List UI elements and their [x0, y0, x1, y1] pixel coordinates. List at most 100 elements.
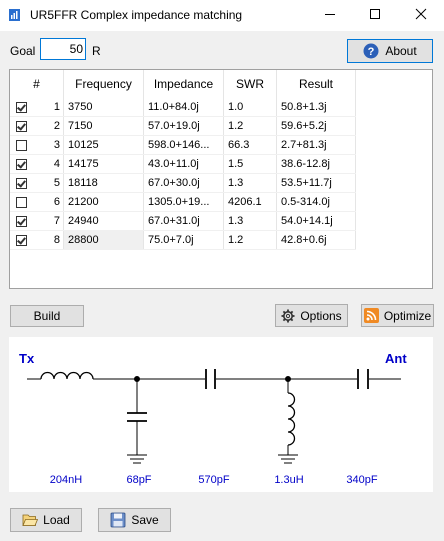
result-cell: 2.7+81.3j	[276, 135, 356, 155]
frequency-cell[interactable]: 18118	[63, 173, 144, 193]
row-index-cell[interactable]: 3	[10, 135, 64, 155]
col-header-impedance[interactable]: Impedance	[143, 70, 224, 98]
label-series-inductor: 204nH	[50, 474, 82, 486]
impedance-cell[interactable]: 67.0+30.0j	[143, 173, 224, 193]
row-index-cell[interactable]: 7	[10, 211, 64, 231]
options-label: Options	[300, 308, 342, 323]
result-cell: 54.0+14.1j	[276, 211, 356, 231]
impedance-cell[interactable]: 67.0+31.0j	[143, 211, 224, 231]
table-row[interactable]: 2 7150 57.0+19.0j 1.2 59.6+5.2j	[10, 116, 356, 136]
rss-icon	[363, 308, 379, 323]
frequency-cell[interactable]: 7150	[63, 116, 144, 136]
col-header-index[interactable]: #	[10, 70, 64, 98]
about-button[interactable]: ? About	[347, 39, 433, 63]
load-label: Load	[43, 513, 70, 527]
row-number: 2	[53, 120, 60, 132]
row-index-cell[interactable]: 1	[10, 98, 64, 117]
row-index-cell[interactable]: 8	[10, 230, 64, 250]
shunt-capacitor-symbol	[127, 376, 147, 464]
frequency-cell[interactable]: 14175	[63, 154, 144, 174]
row-checkbox[interactable]	[16, 102, 27, 113]
row-number: 8	[53, 234, 60, 246]
goal-unit: R	[92, 44, 101, 58]
swr-cell: 1.2	[223, 230, 277, 250]
frequency-cell[interactable]: 21200	[63, 192, 144, 212]
col-header-result[interactable]: Result	[276, 70, 356, 98]
table-row[interactable]: 1 3750 11.0+84.0j 1.0 50.8+1.3j	[10, 98, 356, 117]
row-index-cell[interactable]: 2	[10, 116, 64, 136]
about-label: About	[385, 44, 417, 58]
row-index-cell[interactable]: 5	[10, 173, 64, 193]
swr-cell: 66.3	[223, 135, 277, 155]
tx-label: Tx	[19, 351, 35, 366]
table-header: # Frequency Impedance SWR Result	[10, 70, 356, 98]
frequency-cell[interactable]: 3750	[63, 98, 144, 117]
label-shunt-inductor: 1.3uH	[274, 474, 303, 486]
close-button[interactable]	[398, 0, 444, 31]
table-row[interactable]: 5 18118 67.0+30.0j 1.3 53.5+11.7j	[10, 173, 356, 193]
swr-cell: 1.3	[223, 211, 277, 231]
label-shunt-capacitor: 68pF	[126, 474, 151, 486]
col-header-swr[interactable]: SWR	[223, 70, 277, 98]
row-number: 7	[53, 215, 60, 227]
table-row[interactable]: 7 24940 67.0+31.0j 1.3 54.0+14.1j	[10, 211, 356, 231]
app-icon	[9, 9, 20, 21]
save-button[interactable]: Save	[98, 508, 171, 532]
table-row[interactable]: 8 28800 75.0+7.0j 1.2 42.8+0.6j	[10, 230, 356, 250]
maximize-button[interactable]	[352, 0, 398, 31]
row-checkbox[interactable]	[16, 197, 27, 208]
table-row[interactable]: 3 10125 598.0+146... 66.3 2.7+81.3j	[10, 135, 356, 155]
label-series-capacitor-340: 340pF	[346, 474, 377, 486]
row-checkbox[interactable]	[16, 216, 27, 227]
result-cell: 38.6-12.8j	[276, 154, 356, 174]
optimize-label: Optimize	[383, 308, 432, 323]
impedance-cell[interactable]: 11.0+84.0j	[143, 98, 224, 117]
swr-cell: 1.5	[223, 154, 277, 174]
help-icon: ?	[363, 43, 379, 59]
load-button[interactable]: Load	[10, 508, 82, 532]
minimize-button[interactable]	[307, 0, 353, 31]
row-index-cell[interactable]: 6	[10, 192, 64, 212]
impedance-cell[interactable]: 43.0+11.0j	[143, 154, 224, 174]
row-checkbox[interactable]	[16, 159, 27, 170]
options-button[interactable]: Options	[275, 304, 348, 327]
row-number: 5	[53, 177, 60, 189]
row-number: 1	[53, 101, 60, 113]
row-number: 4	[53, 158, 60, 170]
circuit-diagram: Tx Ant 204nH 68pF 570pF 1.3uH 340pF	[19, 351, 407, 486]
folder-open-icon	[22, 514, 39, 526]
swr-cell: 1.0	[223, 98, 277, 117]
minimize-icon	[325, 14, 335, 15]
swr-cell: 4206.1	[223, 192, 277, 212]
table-row[interactable]: 4 14175 43.0+11.0j 1.5 38.6-12.8j	[10, 154, 356, 174]
frequency-cell[interactable]: 28800	[63, 230, 144, 250]
series-capacitor-340-symbol	[357, 369, 369, 389]
frequency-table[interactable]: # Frequency Impedance SWR Result 1 3750 11…	[9, 69, 433, 289]
maximize-icon	[370, 9, 380, 19]
row-checkbox[interactable]	[16, 178, 27, 189]
build-button[interactable]: Build	[10, 305, 84, 327]
impedance-cell[interactable]: 598.0+146...	[143, 135, 224, 155]
goal-label: Goal	[10, 44, 36, 58]
swr-cell: 1.2	[223, 116, 277, 136]
label-series-capacitor-570: 570pF	[198, 474, 229, 486]
optimize-button[interactable]: Optimize	[361, 304, 434, 327]
svg-text:?: ?	[368, 46, 375, 58]
goal-input[interactable]	[40, 38, 86, 60]
frequency-cell[interactable]: 24940	[63, 211, 144, 231]
title-bar: UR5FFR Complex impedance matching	[0, 0, 444, 31]
row-number: 6	[53, 196, 60, 208]
row-index-cell[interactable]: 4	[10, 154, 64, 174]
impedance-cell[interactable]: 75.0+7.0j	[143, 230, 224, 250]
ant-label: Ant	[385, 351, 407, 366]
table-row[interactable]: 6 21200 1305.0+19... 4206.1 0.5-314.0j	[10, 192, 356, 212]
impedance-cell[interactable]: 1305.0+19...	[143, 192, 224, 212]
row-checkbox[interactable]	[16, 140, 27, 151]
row-checkbox[interactable]	[16, 121, 27, 132]
col-header-frequency[interactable]: Frequency	[63, 70, 144, 98]
frequency-cell[interactable]: 10125	[63, 135, 144, 155]
build-label: Build	[33, 309, 61, 323]
row-checkbox[interactable]	[16, 235, 27, 246]
impedance-cell[interactable]: 57.0+19.0j	[143, 116, 224, 136]
save-label: Save	[131, 513, 159, 527]
